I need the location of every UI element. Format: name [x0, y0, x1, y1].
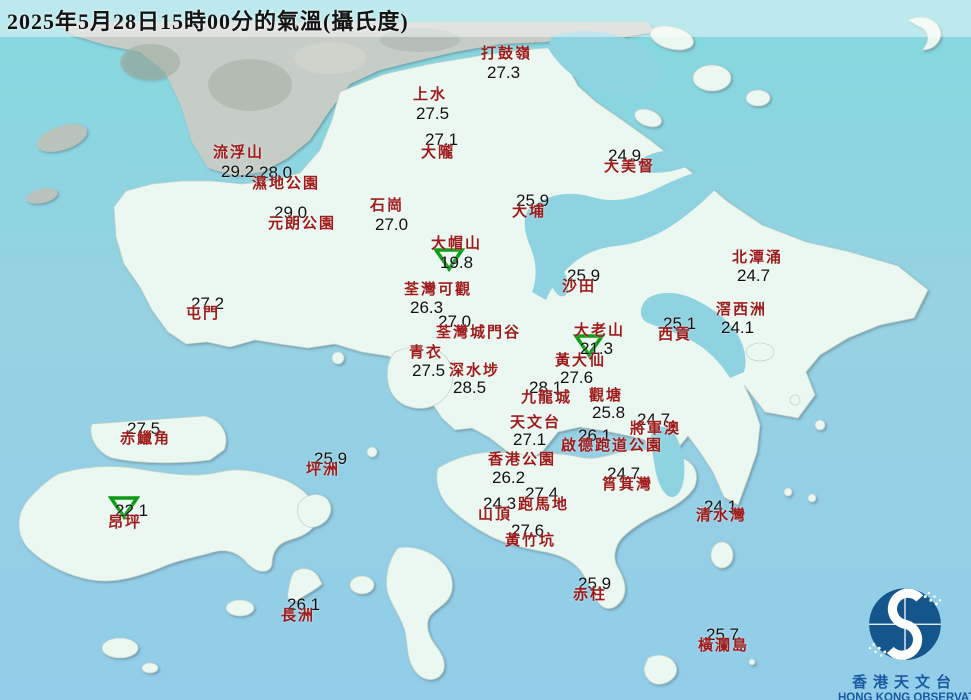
- station-name-label: 荃灣城門谷: [436, 325, 522, 341]
- page-title: 2025年5月28日15時00分的氣溫(攝氏度): [7, 9, 409, 34]
- station-temp-label: 27.5: [416, 104, 450, 123]
- station-name-label: 深水埗: [449, 363, 501, 379]
- station-name-label: 屯門: [186, 306, 221, 322]
- hko-logo-cjk-text: 香港天文台: [851, 675, 957, 691]
- station-name-label: 橫瀾島: [698, 638, 750, 654]
- station-name-label: 元朗公園: [268, 216, 337, 232]
- station-name-label: 大帽山: [431, 236, 483, 252]
- station-name-label: 黃大仙: [555, 353, 607, 369]
- station-name-label: 青衣: [409, 345, 444, 361]
- station-name-label: 滘西洲: [716, 302, 768, 318]
- station-name-label: 跑馬地: [518, 497, 570, 513]
- station-name-label: 西貢: [658, 327, 693, 343]
- station-name-label: 大隴: [421, 145, 456, 161]
- station-name-label: 啟德跑道公園: [561, 438, 664, 454]
- hko-logo: 香港天文台 HONG KONG OBSERVATORY: [838, 585, 971, 700]
- station-name-label: 大埔: [512, 204, 547, 220]
- station-name-label: 九龍城: [521, 390, 573, 406]
- station-name-label: 清水灣: [696, 508, 748, 524]
- station-name-label: 赤鱲角: [120, 431, 172, 447]
- station-temp-label: 27.1: [513, 430, 547, 449]
- station-name-label: 昂坪: [108, 515, 143, 531]
- station-name-label: 北潭涌: [732, 250, 784, 266]
- hko-logo-icon: [868, 588, 941, 661]
- station-name-label: 天文台: [510, 415, 562, 431]
- station-name-label: 大老山: [574, 323, 626, 339]
- station-name-label: 赤柱: [573, 587, 608, 603]
- station-temp-label: 26.2: [492, 468, 526, 487]
- station-name-label: 大美督: [604, 159, 656, 175]
- station-name-label: 打鼓嶺: [481, 46, 533, 62]
- station-temp-label: 27.3: [487, 63, 521, 82]
- station-name-label: 香港公園: [488, 452, 557, 468]
- station-name-label: 筲箕灣: [602, 477, 654, 493]
- station-name-label: 荃灣可觀: [404, 282, 473, 298]
- station-name-label: 坪洲: [306, 462, 341, 478]
- station-temp-label: 27.0: [375, 215, 409, 234]
- station-temp-label: 19.8: [440, 253, 474, 272]
- hko-logo-en-text: HONG KONG OBSERVATORY: [838, 692, 971, 700]
- station-name-label: 黃竹坑: [505, 533, 557, 549]
- station-temp-label: 28.5: [453, 378, 487, 397]
- station-temp-label: 29.2: [221, 162, 255, 181]
- station-temp-label: 27.5: [412, 361, 446, 380]
- station-temp-label: 27.6: [560, 368, 594, 387]
- temperature-map: 2025年5月28日15時00分的氣溫(攝氏度) 27.3 打鼓嶺 27.5 上水 27…: [0, 0, 971, 700]
- station-name-label: 山頂: [478, 507, 513, 523]
- station-name-label: 流浮山: [213, 145, 265, 161]
- station-name-label: 上水: [413, 87, 448, 103]
- station-name-label: 長洲: [281, 608, 316, 624]
- station-temp-label: 24.7: [737, 266, 771, 285]
- station-name-label: 觀塘: [589, 388, 624, 404]
- station-name-label: 沙田: [562, 279, 597, 295]
- station-temp-label: 25.8: [592, 403, 626, 422]
- station-name-label: 將軍澳: [630, 421, 682, 437]
- station-temp-label: 24.1: [721, 318, 755, 337]
- station-name-label: 石崗: [370, 198, 405, 214]
- hong-kong-basemap: [0, 0, 971, 700]
- station-name-label: 濕地公園: [252, 176, 321, 192]
